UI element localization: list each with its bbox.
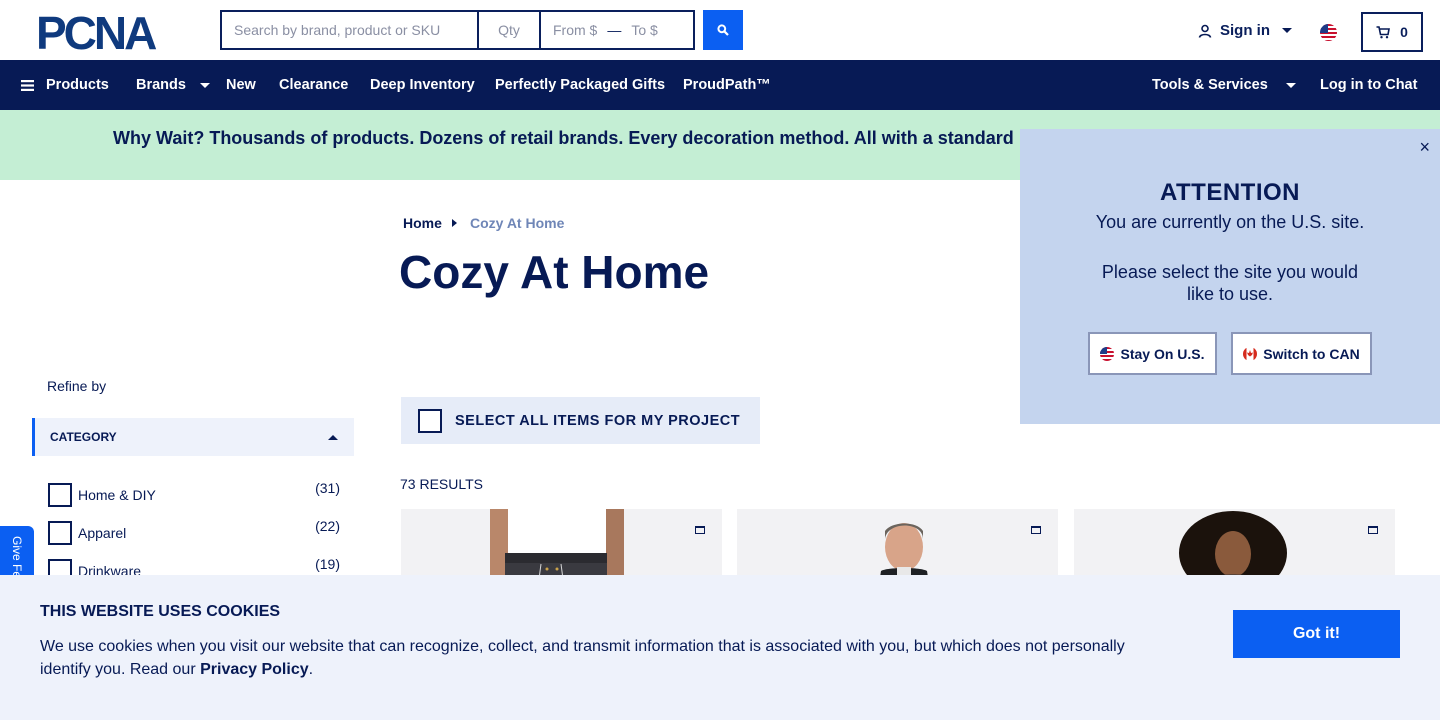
nav-products[interactable]: Products [21,60,109,110]
user-icon [1198,24,1212,38]
main-nav: Products Brands New Clearance Deep Inven… [0,60,1440,110]
nav-gifts[interactable]: Perfectly Packaged Gifts [495,60,665,110]
results-count: 73 RESULTS [400,476,483,492]
category-filter-item[interactable]: Home & DIY (31) [48,480,340,507]
search-button[interactable] [703,10,743,50]
site-selection-popup: × ATTENTION You are currently on the U.S… [1020,129,1440,424]
range-separator: — [607,22,622,38]
add-to-project-icon[interactable] [1031,526,1041,534]
add-to-project-icon[interactable] [695,526,705,534]
nav-chat-label: Log in to Chat [1320,77,1418,93]
canada-flag-icon [1243,346,1258,361]
switch-to-can-button[interactable]: Switch to CAN [1231,332,1372,375]
select-all-checkbox[interactable] [418,408,442,433]
privacy-policy-link[interactable]: Privacy Policy [200,661,309,678]
cookie-accept-button[interactable]: Got it! [1233,610,1400,658]
site-header: PCNA Search by brand, product or SKU Qty… [0,0,1440,60]
chevron-down-icon [199,82,210,88]
breadcrumb-home[interactable]: Home [403,215,442,231]
attention-title: ATTENTION [1159,179,1301,206]
nav-tools-services[interactable]: Tools & Services [1152,60,1296,110]
filter-count: (31) [315,480,340,496]
nav-brands[interactable]: Brands [136,60,210,110]
cart-button[interactable]: 0 [1361,12,1423,52]
filter-label: Home & DIY [78,487,156,503]
nav-chat-login[interactable]: Log in to Chat [1320,60,1417,110]
sign-in-menu[interactable]: Sign in [1198,22,1292,39]
nav-clearance[interactable]: Clearance [279,60,348,110]
promo-banner-text: Why Wait? Thousands of products. Dozens … [113,128,1014,148]
cookie-message: We use cookies when you visit our websit… [40,635,1160,681]
nav-proudpath[interactable]: ProudPath™ [683,60,771,110]
attention-message: You are currently on the U.S. site. [1095,212,1365,232]
svg-text:PCNA: PCNA [36,12,156,52]
stay-on-us-label: Stay On U.S. [1120,345,1205,362]
category-filter-header[interactable]: CATEGORY [32,418,354,456]
nav-new-label: New [226,77,256,93]
nav-gifts-label: Perfectly Packaged Gifts [495,77,666,93]
price-to-input[interactable]: To $ [631,22,657,38]
breadcrumb-current: Cozy At Home [470,215,565,231]
search-icon [717,24,729,36]
switch-to-can-label: Switch to CAN [1263,345,1360,362]
category-filter-item[interactable]: Apparel (22) [48,518,340,545]
sign-in-label: Sign in [1220,22,1270,39]
us-flag-icon[interactable] [1320,24,1337,41]
cookie-banner: THIS WEBSITE USES COOKIES We use cookies… [0,575,1440,720]
search-input[interactable]: Search by brand, product or SKU [220,10,478,50]
breadcrumb-arrow-icon [452,219,457,227]
qty-input[interactable]: Qty [478,10,540,50]
pcna-logo[interactable]: PCNA [36,12,184,52]
cart-count: 0 [1400,24,1408,40]
cart-icon [1376,25,1391,38]
price-range: From $ — To $ [540,10,695,50]
price-from-input[interactable]: From $ [553,22,597,38]
nav-deep-inventory[interactable]: Deep Inventory [370,60,475,110]
nav-deep-inventory-label: Deep Inventory [370,77,475,93]
close-icon[interactable]: × [1419,137,1430,158]
nav-tools-label: Tools & Services [1152,77,1268,93]
page-title: Cozy At Home [399,246,710,298]
filter-count: (22) [315,518,340,534]
nav-products-label: Products [46,77,109,93]
us-flag-icon [1100,346,1115,361]
nav-clearance-label: Clearance [279,77,349,93]
attention-prompt: Please select the site you would like to… [1101,262,1359,304]
category-filter-label: CATEGORY [50,430,117,444]
chevron-down-icon [1285,82,1296,88]
select-all-toggle[interactable]: SELECT ALL ITEMS FOR MY PROJECT [401,397,760,444]
chevron-up-icon [328,435,338,440]
add-to-project-icon[interactable] [1368,526,1378,534]
filter-label: Apparel [78,525,127,541]
chevron-down-icon [1282,28,1292,33]
refine-label: Refine by [47,378,107,394]
cookie-message-end: . [308,661,314,678]
stay-on-us-button[interactable]: Stay On U.S. [1088,332,1217,375]
nav-brands-label: Brands [136,77,186,93]
filter-checkbox[interactable] [48,483,72,507]
filter-count: (19) [315,556,340,572]
select-all-label: SELECT ALL ITEMS FOR MY PROJECT [455,412,741,429]
cookie-title: THIS WEBSITE USES COOKIES [40,603,281,620]
nav-new[interactable]: New [226,60,256,110]
nav-proudpath-label: ProudPath™ [683,77,771,93]
menu-icon [21,79,34,91]
filter-checkbox[interactable] [48,521,72,545]
